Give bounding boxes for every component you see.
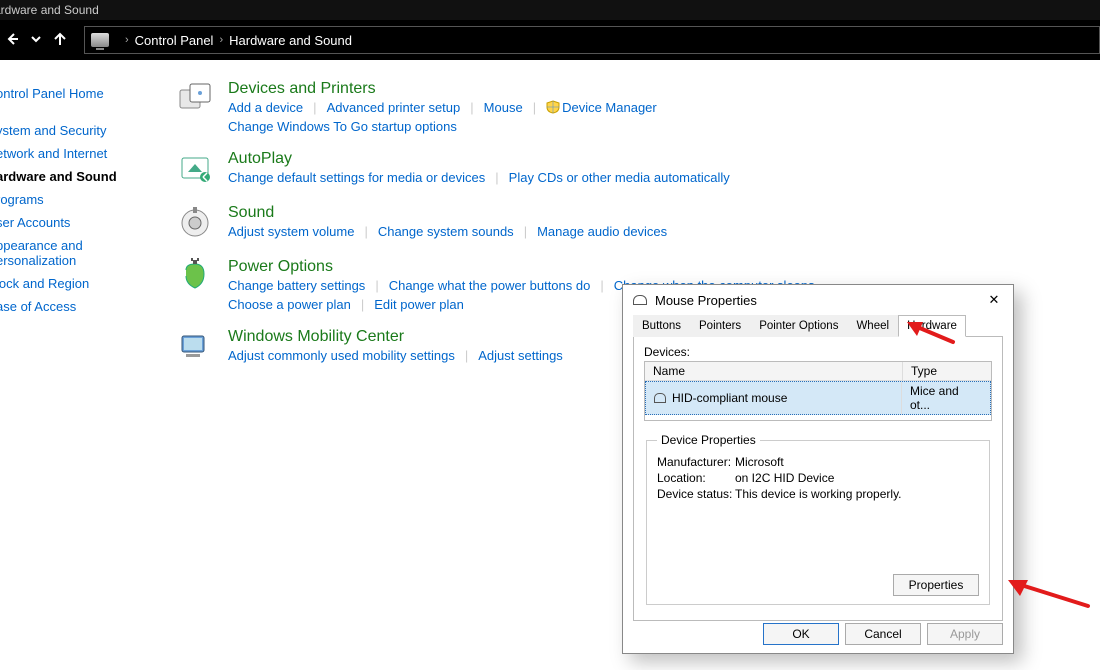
sidebar-item-network[interactable]: etwork and Internet: [0, 142, 152, 165]
category-link[interactable]: Change system sounds: [378, 224, 514, 239]
tab-pointer-options[interactable]: Pointer Options: [750, 315, 847, 337]
hardware-tab-pane: Devices: Name Type HID-compliant mouse M…: [633, 337, 1003, 621]
sidebar-item-programs[interactable]: rograms: [0, 188, 152, 211]
dialog-tabstrip: ButtonsPointersPointer OptionsWheelHardw…: [633, 315, 1003, 337]
sidebar-item-appearance[interactable]: ppearance and ersonalization: [0, 234, 152, 272]
window-title: ardware and Sound: [0, 3, 99, 17]
control-panel-icon: [91, 33, 109, 47]
category-link[interactable]: Adjust system volume: [228, 224, 354, 239]
tab-buttons[interactable]: Buttons: [633, 315, 690, 337]
sidebar-item-hardware-sound[interactable]: ardware and Sound: [0, 165, 152, 188]
category-icon: [176, 80, 214, 118]
dialog-title: Mouse Properties: [655, 293, 757, 308]
tab-hardware[interactable]: Hardware: [898, 315, 966, 337]
link-separator: |: [495, 170, 498, 185]
crumb-sep-icon: ›: [219, 34, 223, 46]
category-link[interactable]: Manage audio devices: [537, 224, 667, 239]
sidebar-item-user-accounts[interactable]: ser Accounts: [0, 211, 152, 234]
category-link[interactable]: Adjust settings: [478, 348, 563, 363]
crumb-sep-icon: ›: [125, 34, 129, 46]
category-link[interactable]: Device Manager: [546, 100, 657, 115]
properties-button[interactable]: Properties: [893, 574, 979, 596]
device-row[interactable]: HID-compliant mouse Mice and ot...: [645, 381, 991, 415]
close-icon[interactable]: ✕: [985, 291, 1003, 309]
category-link[interactable]: Change what the power buttons do: [389, 278, 591, 293]
device-type: Mice and ot...: [902, 382, 990, 414]
nav-back[interactable]: [0, 31, 24, 50]
link-separator: |: [524, 224, 527, 239]
tab-pointers[interactable]: Pointers: [690, 315, 750, 337]
category-title[interactable]: Sound: [228, 204, 1076, 222]
category-link[interactable]: Change battery settings: [228, 278, 365, 293]
category-link[interactable]: Advanced printer setup: [327, 100, 461, 115]
devices-label: Devices:: [644, 345, 992, 359]
link-separator: |: [313, 100, 316, 115]
sidebar-home[interactable]: ontrol Panel Home: [0, 82, 152, 105]
category-link[interactable]: Edit power plan: [374, 297, 464, 312]
category-link[interactable]: Choose a power plan: [228, 297, 351, 312]
sidebar: ontrol Panel Home ystem and Security etw…: [0, 60, 152, 670]
category-title[interactable]: Power Options: [228, 258, 1076, 276]
crumb-current[interactable]: Hardware and Sound: [229, 33, 352, 48]
crumb-root[interactable]: Control Panel: [135, 33, 214, 48]
category-link[interactable]: Add a device: [228, 100, 303, 115]
category-link[interactable]: Play CDs or other media automatically: [509, 170, 730, 185]
link-separator: |: [533, 100, 536, 115]
devices-table[interactable]: Name Type HID-compliant mouse Mice and o…: [644, 361, 992, 421]
manufacturer-value: Microsoft: [735, 455, 784, 469]
sidebar-item-clock-region[interactable]: lock and Region: [0, 272, 152, 295]
tab-wheel[interactable]: Wheel: [847, 315, 898, 337]
col-type[interactable]: Type: [903, 362, 991, 380]
status-value: This device is working properly.: [735, 487, 902, 501]
category-icon: [176, 204, 214, 242]
link-separator: |: [375, 278, 378, 293]
category-link[interactable]: Mouse: [484, 100, 523, 115]
nav-recent-dropdown[interactable]: [24, 32, 48, 48]
device-properties-legend: Device Properties: [657, 433, 760, 447]
link-separator: |: [364, 224, 367, 239]
apply-button[interactable]: Apply: [927, 623, 1003, 645]
category: Sound Adjust system volume | Change system …: [176, 204, 1076, 242]
category-title[interactable]: AutoPlay: [228, 150, 1076, 168]
cancel-button[interactable]: Cancel: [845, 623, 921, 645]
sidebar-item-system-security[interactable]: ystem and Security: [0, 119, 152, 142]
category-icon: [176, 258, 214, 296]
mouse-icon: [633, 295, 647, 305]
address-bar[interactable]: › Control Panel › Hardware and Sound: [84, 26, 1100, 54]
ok-button[interactable]: OK: [763, 623, 839, 645]
location-label: Location:: [657, 471, 735, 485]
mouse-properties-dialog: Mouse Properties ✕ ButtonsPointersPointe…: [622, 284, 1014, 654]
category-title[interactable]: Devices and Printers: [228, 80, 1076, 98]
explorer-toolbar: › Control Panel › Hardware and Sound: [0, 20, 1100, 60]
category-link[interactable]: Change default settings for media or dev…: [228, 170, 485, 185]
device-properties-group: Device Properties Manufacturer:Microsoft…: [646, 433, 990, 605]
category-icon: [176, 150, 214, 188]
location-value: on I2C HID Device: [735, 471, 834, 485]
devices-table-header: Name Type: [645, 362, 991, 381]
status-label: Device status:: [657, 487, 735, 501]
col-name[interactable]: Name: [645, 362, 903, 380]
device-name: HID-compliant mouse: [672, 391, 787, 405]
nav-up[interactable]: [48, 31, 72, 50]
category-link[interactable]: Adjust commonly used mobility settings: [228, 348, 455, 363]
manufacturer-label: Manufacturer:: [657, 455, 735, 469]
sidebar-item-ease-access[interactable]: ase of Access: [0, 295, 152, 318]
link-separator: |: [600, 278, 603, 293]
category: AutoPlay Change default settings for medi…: [176, 150, 1076, 188]
link-separator: |: [361, 297, 364, 312]
link-separator: |: [465, 348, 468, 363]
category-icon: [176, 328, 214, 366]
dialog-titlebar[interactable]: Mouse Properties ✕: [623, 285, 1013, 315]
window-titlebar: ardware and Sound: [0, 0, 1100, 20]
category-link[interactable]: Change Windows To Go startup options: [228, 119, 457, 134]
shield-icon: [546, 100, 560, 114]
mouse-icon: [654, 393, 666, 403]
category: Devices and Printers Add a device | Advance…: [176, 80, 1076, 134]
link-separator: |: [470, 100, 473, 115]
